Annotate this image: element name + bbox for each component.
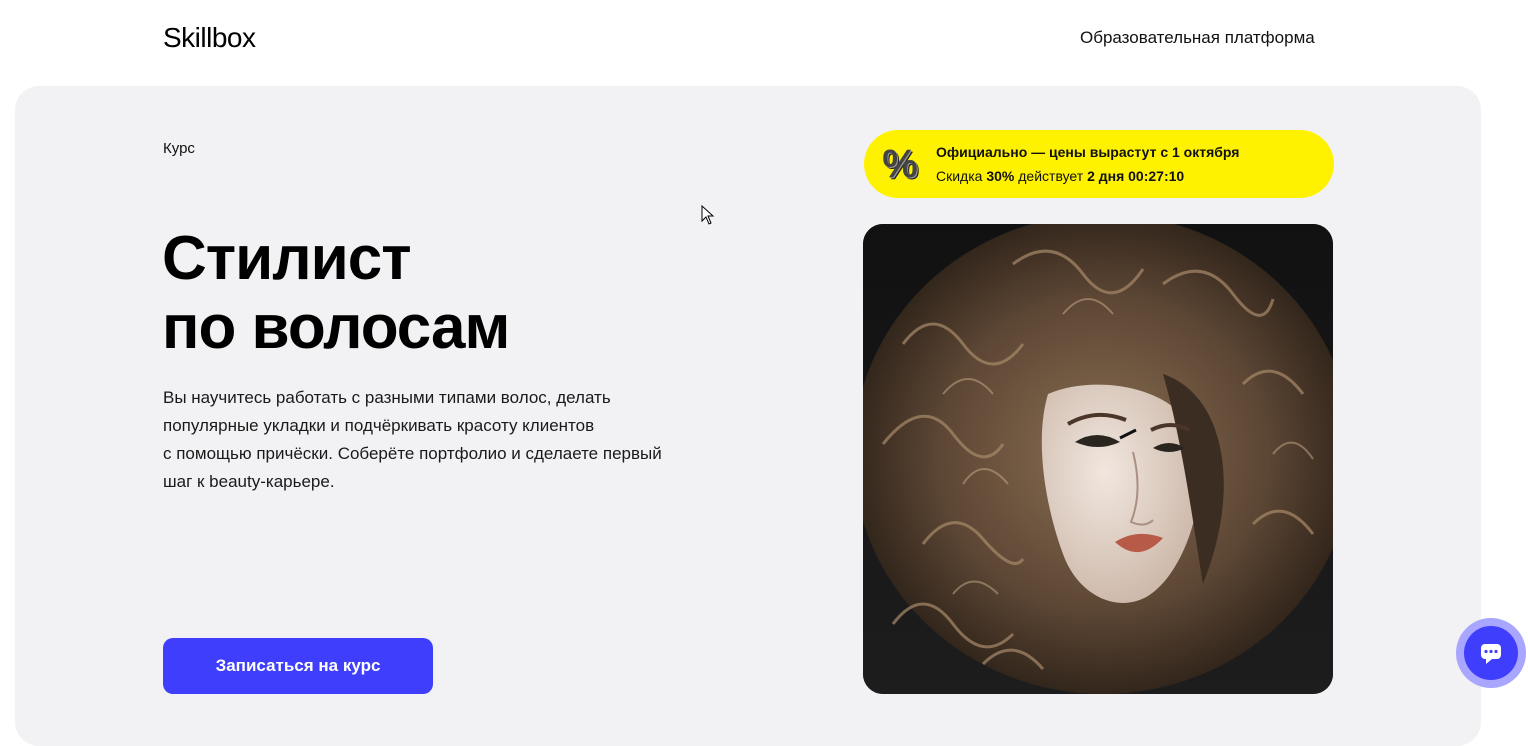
chat-button[interactable] <box>1456 618 1526 688</box>
skillbox-logo[interactable]: Skillbox <box>163 20 256 56</box>
chat-button-inner <box>1464 626 1518 680</box>
description-line-3: с помощью причёски. Соберёте портфолио и… <box>163 444 662 463</box>
chat-bubble-icon <box>1481 644 1501 664</box>
description-line-4: шаг к beauty-карьере. <box>163 472 335 491</box>
course-title-line-1: Стилист <box>162 224 412 293</box>
site-header: Skillbox Образовательная платформа <box>0 0 1528 80</box>
course-description: Вы научитесь работать с разными типами в… <box>163 384 733 496</box>
promo-days: 2 дня <box>1087 168 1125 184</box>
course-kicker: Курс <box>163 140 195 157</box>
promo-banner[interactable]: % Официально — цены вырастут с 1 октября… <box>864 130 1334 198</box>
promo-countdown: Скидка 30% действует 2 дня 00:27:10 <box>936 167 1184 185</box>
description-line-2: популярные укладки и подчёркивать красот… <box>163 416 595 435</box>
course-title-line-2: по волосам <box>162 293 510 362</box>
promo-discount-prefix: Скидка <box>936 168 983 184</box>
platform-link[interactable]: Образовательная платформа <box>1080 27 1315 49</box>
hero-photo-illustration <box>863 224 1333 694</box>
mouse-cursor-icon <box>701 205 715 225</box>
percent-icon: % <box>882 142 918 186</box>
description-line-1: Вы научитесь работать с разными типами в… <box>163 388 611 407</box>
promo-timer: 00:27:10 <box>1128 168 1185 184</box>
hero-photo <box>863 224 1333 694</box>
enroll-button[interactable]: Записаться на курс <box>163 638 433 694</box>
hero-section: Курс Стилист по волосам Вы научитесь раб… <box>15 86 1481 746</box>
promo-headline: Официально — цены вырастут с 1 октября <box>936 144 1240 160</box>
promo-discount-value: 30% <box>986 168 1015 184</box>
promo-discount-middle: действует <box>1018 168 1084 184</box>
course-title: Стилист по волосам <box>162 224 722 362</box>
